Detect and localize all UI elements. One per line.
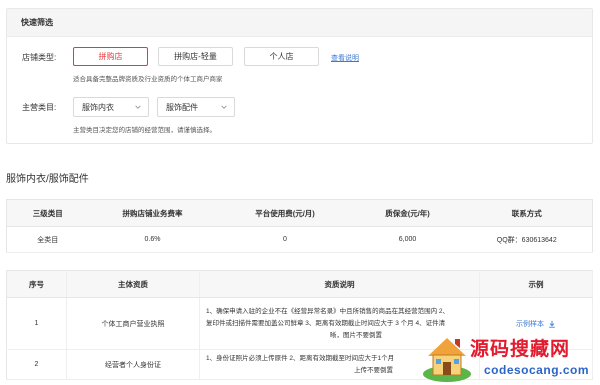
fee-header-contact: 联系方式 [461, 199, 593, 227]
qual-header-example: 示例 [479, 270, 593, 298]
house-logo-icon [423, 338, 471, 382]
example-sample-label: 示例样本 [516, 320, 544, 328]
qual-header-subject: 主体资质 [66, 270, 200, 298]
category-select-2-value: 服饰配件 [166, 102, 198, 112]
fee-cell-contact: QQ群：630613642 [461, 226, 593, 253]
qual-cell-subject: 经营者个人身份证 [66, 349, 200, 380]
category-select-1[interactable]: 服饰内衣 [73, 97, 149, 117]
watermark: 源码搜藏网 codesocang.com [418, 328, 600, 385]
store-type-hint: 适合具备完整品牌资质及行业资质的个体工商户商家 [73, 76, 223, 83]
qual-cell-no: 1 [6, 297, 67, 350]
chevron-down-icon [135, 105, 141, 109]
download-icon [549, 320, 555, 328]
qual-table-header: 序号 主体资质 资质说明 示例 [6, 270, 593, 298]
fee-header-rate: 拼购店铺业务费率 [88, 199, 217, 227]
fee-header-platform-fee: 平台使用费(元/月) [216, 199, 354, 227]
fee-header-category: 三级类目 [6, 199, 89, 227]
category-label: 主营类目: [22, 103, 57, 112]
store-type-pingou-button[interactable]: 拼购店 [73, 47, 148, 66]
store-type-label: 店铺类型: [22, 53, 57, 62]
category-hint: 主营类目决定您的店铺的经营范围，请谨慎选择。 [73, 127, 216, 134]
fee-cell-platform-fee: 0 [216, 226, 354, 253]
category-select-2[interactable]: 服饰配件 [157, 97, 235, 117]
filter-title: 快速筛选 [7, 9, 592, 37]
table-row: 全类目 0.6% 0 6,000 QQ群：630613642 [6, 226, 593, 253]
chevron-down-icon [221, 105, 227, 109]
fee-table-header: 三级类目 拼购店铺业务费率 平台使用费(元/月) 质保金(元/年) 联系方式 [6, 199, 593, 227]
section-title: 服饰内衣/服饰配件 [6, 174, 89, 185]
qual-desc-line: 1、确保申请入驻的企业不在《经营异常名录》中且所销售的商品在其经营范围内 2、 [206, 307, 450, 315]
store-type-personal-button[interactable]: 个人店 [244, 47, 319, 66]
fee-cell-rate: 0.6% [88, 226, 217, 253]
fee-header-deposit: 质保金(元/年) [353, 199, 462, 227]
fee-cell-deposit: 6,000 [353, 226, 462, 253]
qual-cell-no: 2 [6, 349, 67, 380]
watermark-sub-text: codesocang.com [484, 363, 590, 377]
qual-header-desc: 资质说明 [199, 270, 480, 298]
qual-cell-subject: 个体工商户营业执照 [66, 297, 200, 350]
example-sample-link[interactable]: 示例样本 [516, 319, 556, 329]
category-select-1-value: 服饰内衣 [82, 102, 114, 112]
fee-table: 三级类目 拼购店铺业务费率 平台使用费(元/月) 质保金(元/年) 联系方式 全… [6, 199, 593, 253]
store-type-pingou-light-button[interactable]: 拼购店-轻量 [158, 47, 233, 66]
qual-header-no: 序号 [6, 270, 67, 298]
view-description-link[interactable]: 查看说明 [331, 53, 359, 63]
watermark-main-text: 源码搜藏网 [470, 338, 571, 360]
fee-cell-category: 全类目 [6, 226, 89, 253]
